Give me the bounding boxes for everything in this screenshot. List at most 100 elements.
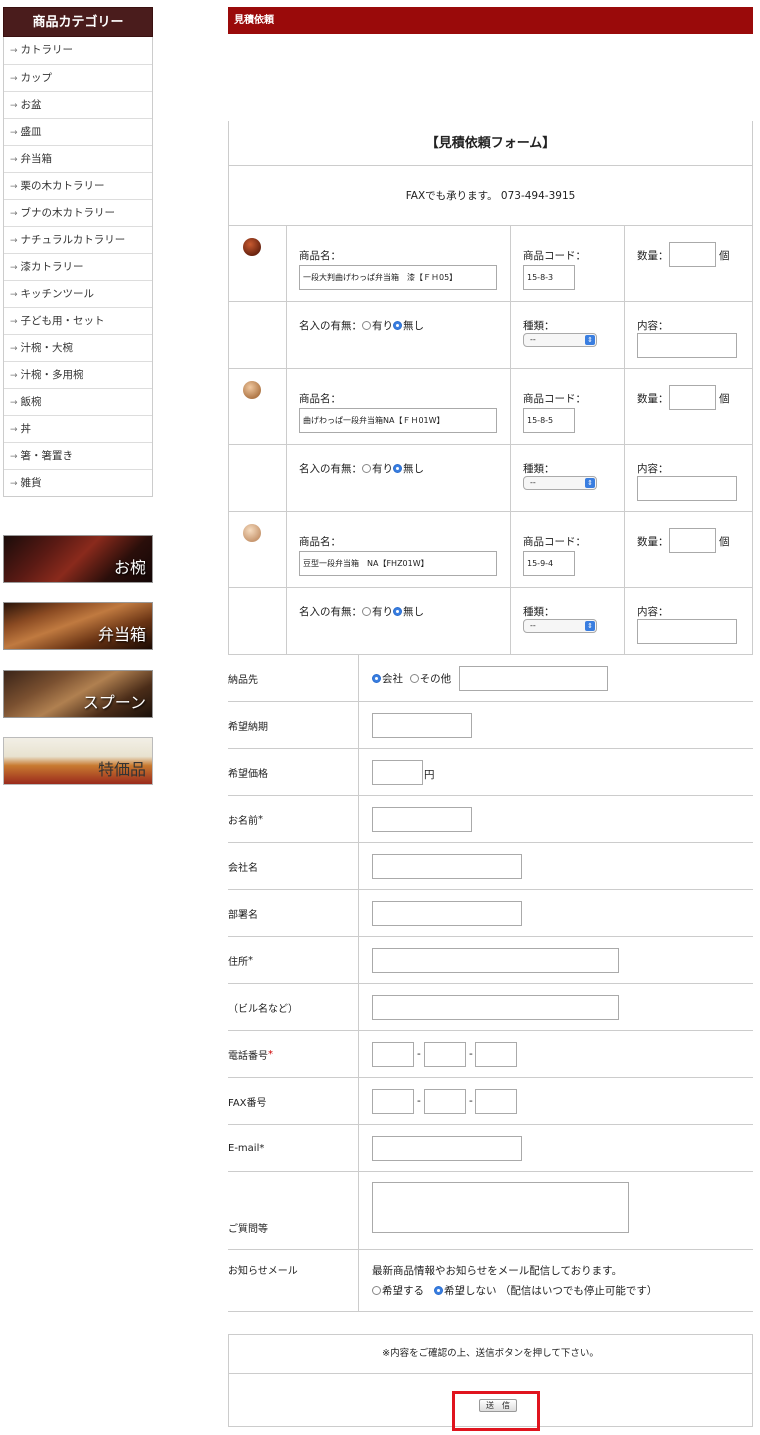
kind-select[interactable]: -- ⇕: [523, 476, 597, 490]
building-input[interactable]: [372, 995, 619, 1020]
content-input[interactable]: [637, 619, 737, 644]
newsletter-no-radio[interactable]: [434, 1285, 444, 1295]
banner-sale[interactable]: 特価品: [3, 737, 153, 785]
delivery-other-radio[interactable]: [409, 673, 419, 683]
quantity-unit: 個: [719, 250, 730, 262]
category-label: ブナの木カトラリー: [20, 207, 116, 219]
price-input[interactable]: [372, 760, 423, 785]
building-row: （ビル名など）: [228, 984, 753, 1031]
kind-select-value: --: [530, 335, 536, 344]
category-item[interactable]: → ナチュラルカトラリー: [4, 226, 152, 253]
category-item[interactable]: → 箸・箸置き: [4, 442, 152, 469]
product-code-input[interactable]: 15-8-5: [523, 408, 575, 433]
naire-no-radio[interactable]: [393, 606, 402, 616]
content-input[interactable]: [637, 333, 737, 358]
price-unit: 円: [424, 769, 435, 781]
question-label: ご質問等: [228, 1172, 359, 1249]
fax-input-2[interactable]: [424, 1089, 466, 1114]
product-name-label: 商品名：: [299, 536, 341, 548]
category-item[interactable]: → 弁当箱: [4, 145, 152, 172]
category-item[interactable]: → 漆カトラリー: [4, 253, 152, 280]
dept-field: [360, 890, 753, 936]
category-item[interactable]: → カップ: [4, 64, 152, 91]
delivery-company-radio[interactable]: [372, 673, 381, 683]
tel-label: 電話番号 *: [228, 1031, 359, 1077]
tel-input-2[interactable]: [424, 1042, 466, 1067]
category-item[interactable]: → 汁椀・多用椀: [4, 361, 152, 388]
newsletter-desc: 最新商品情報やお知らせをメール配信しております。: [372, 1265, 623, 1277]
category-item[interactable]: → 飯椀: [4, 388, 152, 415]
newsletter-row: お知らせメール 最新商品情報やお知らせをメール配信しております。 希望する 希望…: [228, 1250, 753, 1312]
category-item[interactable]: → 栗の木カトラリー: [4, 172, 152, 199]
naire-label: 名入の有無： 有り 無し: [299, 604, 424, 619]
kind-select[interactable]: -- ⇕: [523, 333, 597, 347]
email-input[interactable]: [372, 1136, 522, 1161]
quantity-input[interactable]: [669, 242, 716, 267]
fax-input-3[interactable]: [475, 1089, 517, 1114]
banner-bowls[interactable]: お椀: [3, 535, 153, 583]
quantity-unit: 個: [719, 536, 730, 548]
naire-cell: 名入の有無： 有り 無し: [286, 588, 510, 654]
address-input[interactable]: [372, 948, 619, 973]
category-item[interactable]: → キッチンツール: [4, 280, 152, 307]
category-item[interactable]: → 盛皿: [4, 118, 152, 145]
kind-label: 種類：: [523, 463, 555, 475]
dept-input[interactable]: [372, 901, 522, 926]
naire-yes-radio[interactable]: [362, 463, 371, 473]
tel-input-1[interactable]: [372, 1042, 414, 1067]
tel-row: 電話番号 * - -: [228, 1031, 753, 1078]
quantity-input[interactable]: [669, 528, 716, 553]
content-cell: 内容：: [624, 588, 752, 654]
product-name-input[interactable]: 豆型一段弁当箱 NA【FHZ01W】: [299, 551, 497, 576]
address-field: [360, 937, 753, 983]
company-row: 会社名: [228, 843, 753, 890]
banner-bento[interactable]: 弁当箱: [3, 602, 153, 650]
category-item[interactable]: → 子ども用・セット: [4, 307, 152, 334]
banner-spoons[interactable]: スプーン: [3, 670, 153, 718]
category-item[interactable]: → ブナの木カトラリー: [4, 199, 152, 226]
product-name-input[interactable]: 曲げわっぱ一段弁当箱NA【ＦＨ01W】: [299, 408, 497, 433]
category-item[interactable]: → お盆: [4, 91, 152, 118]
naire-no-text: 無し: [403, 606, 424, 618]
product-code-cell: 商品コード： 15-8-5: [510, 369, 624, 444]
category-item[interactable]: → 雑貨: [4, 469, 152, 496]
newsletter-field: 最新商品情報やお知らせをメール配信しております。 希望する 希望しない （配信は…: [360, 1250, 753, 1311]
category-item[interactable]: → 汁椀・大椀: [4, 334, 152, 361]
product-name-input[interactable]: 一段大判曲げわっぱ弁当箱 漆【ＦＨ05】: [299, 265, 497, 290]
fax-input-1[interactable]: [372, 1089, 414, 1114]
category-label: 盛皿: [20, 126, 42, 138]
arrow-right-icon: →: [10, 425, 18, 435]
question-textarea[interactable]: [372, 1182, 629, 1233]
naire-yes-radio[interactable]: [362, 320, 371, 330]
quantity-input[interactable]: [669, 385, 716, 410]
naire-no-radio[interactable]: [393, 463, 402, 473]
naire-label-text: 名入の有無：: [299, 320, 362, 332]
deadline-input[interactable]: [372, 713, 472, 738]
content-label: 内容：: [637, 463, 669, 475]
naire-no-radio[interactable]: [393, 320, 402, 330]
content-input[interactable]: [637, 476, 737, 501]
delivery-field: 会社 その他: [360, 655, 753, 701]
tel-input-3[interactable]: [475, 1042, 517, 1067]
category-item[interactable]: → カトラリー: [4, 37, 152, 64]
delivery-other-input[interactable]: [459, 666, 608, 691]
form-title: 【見積依頼フォーム】: [229, 121, 753, 166]
price-label: 希望価格: [228, 749, 359, 795]
fax-separator: -: [417, 1095, 421, 1107]
kind-select[interactable]: -- ⇕: [523, 619, 597, 633]
content-label: 内容：: [637, 320, 669, 332]
naire-label: 名入の有無： 有り 無し: [299, 318, 424, 333]
product-code-input[interactable]: 15-8-3: [523, 265, 575, 290]
company-input[interactable]: [372, 854, 522, 879]
name-input[interactable]: [372, 807, 472, 832]
newsletter-no-text: 希望しない: [444, 1285, 497, 1297]
kind-cell: 種類： -- ⇕: [510, 588, 624, 654]
category-item[interactable]: → 丼: [4, 415, 152, 442]
newsletter-yes-radio[interactable]: [372, 1285, 381, 1295]
product-code-input[interactable]: 15-9-4: [523, 551, 575, 576]
kind-label: 種類：: [523, 320, 555, 332]
product-code-label: 商品コード：: [523, 250, 586, 262]
naire-yes-radio[interactable]: [362, 606, 371, 616]
email-row: E-mail *: [228, 1125, 753, 1172]
product-thumbnail: [243, 524, 261, 542]
